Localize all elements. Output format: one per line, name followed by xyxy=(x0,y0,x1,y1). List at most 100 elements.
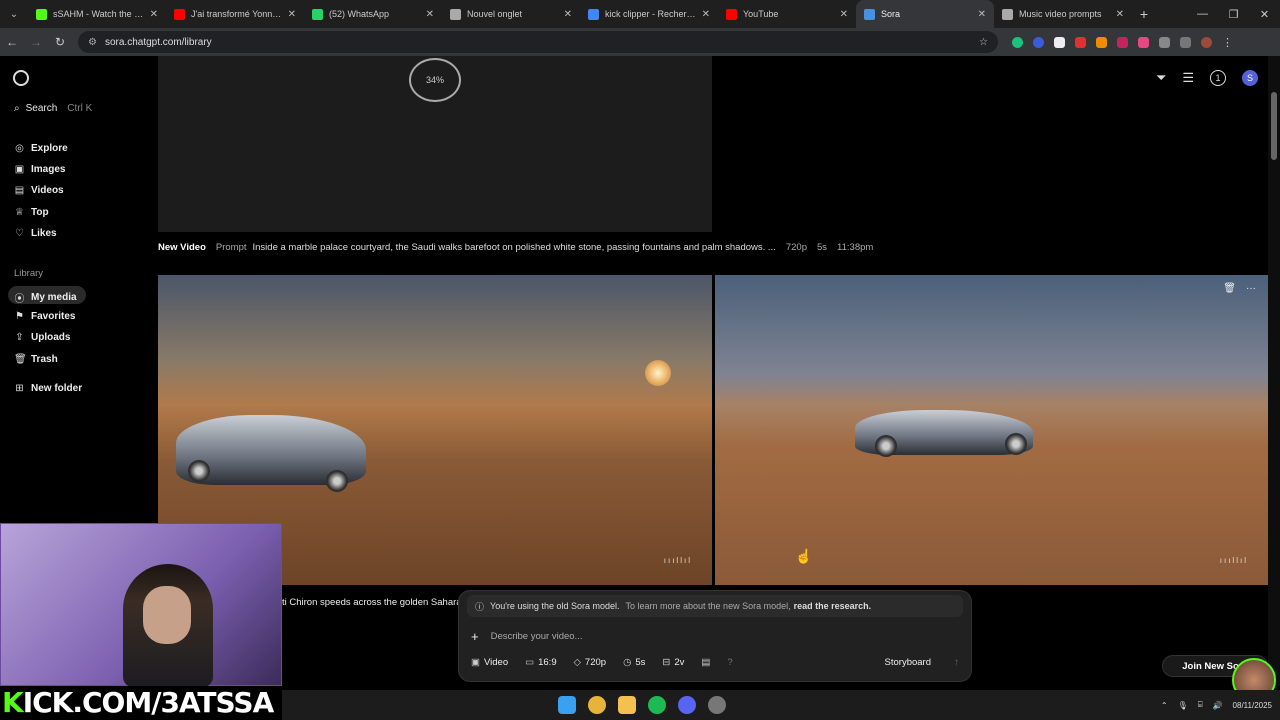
tab-title: Sora xyxy=(881,9,901,19)
close-tab-icon[interactable]: ✕ xyxy=(426,9,434,20)
search-icon: ⌕ xyxy=(14,103,20,114)
browser-tab[interactable]: (52) WhatsApp ✕ xyxy=(304,0,442,28)
aspect-ratio-selector[interactable]: ▭ 16:9 xyxy=(525,657,556,668)
network-icon[interactable]: ⌸ xyxy=(1198,700,1203,710)
forward-icon[interactable]: → xyxy=(24,35,48,49)
close-tab-icon[interactable]: ✕ xyxy=(288,9,296,20)
browser-tab[interactable]: Nouvel onglet ✕ xyxy=(442,0,580,28)
sidebar-item-uploads[interactable]: ⇪ Uploads xyxy=(14,332,70,343)
video-caption[interactable]: ti Chiron speeds across the golden Sahar… xyxy=(282,597,462,608)
extension-icon[interactable] xyxy=(1096,36,1107,48)
sidebar-item-my-media[interactable]: ⦿ My media xyxy=(14,290,77,305)
volume-icon[interactable]: 🔊 xyxy=(1213,701,1223,710)
tab-search-button[interactable]: ⌄ xyxy=(0,0,28,28)
trash-icon[interactable]: 🗑 xyxy=(1223,283,1236,294)
type-selector[interactable]: ▣ Video xyxy=(471,657,508,668)
read-research-link[interactable]: read the research. xyxy=(794,601,872,611)
windows-start-icon[interactable] xyxy=(558,696,576,714)
url-input[interactable]: ⚙ sora.chatgpt.com/library ☆ xyxy=(78,31,998,53)
media-icon: ⦿ xyxy=(14,294,25,305)
site-info-icon[interactable]: ⚙ xyxy=(88,37,97,48)
close-tab-icon[interactable]: ✕ xyxy=(702,9,710,20)
file-explorer-icon[interactable] xyxy=(618,696,636,714)
extension-icon[interactable] xyxy=(1054,36,1065,48)
close-tab-icon[interactable]: ✕ xyxy=(150,9,158,20)
reading-list-icon[interactable] xyxy=(1180,36,1191,48)
reload-icon[interactable]: ↻ xyxy=(48,35,72,49)
close-tab-icon[interactable]: ✕ xyxy=(978,9,986,20)
variations-selector[interactable]: ⊟ 2v xyxy=(662,657,684,668)
tray-chevron-icon[interactable]: ⌃ xyxy=(1161,701,1168,710)
back-icon[interactable]: ← xyxy=(0,35,24,49)
tab-title: YouTube xyxy=(743,9,779,19)
presets-icon[interactable]: ▤ xyxy=(701,657,710,668)
extensions-bar: ⋮ xyxy=(1012,36,1233,49)
avatar[interactable]: S xyxy=(1242,70,1258,86)
close-tab-icon[interactable]: ✕ xyxy=(564,9,572,20)
close-window-icon[interactable]: ✕ xyxy=(1249,0,1280,28)
duration-selector[interactable]: ◷ 5s xyxy=(623,657,645,668)
resolution-label: 720p xyxy=(785,242,807,253)
more-options-icon[interactable]: ··· xyxy=(1246,283,1256,294)
pending-video-card[interactable]: 34% xyxy=(158,56,712,232)
prompt-text[interactable]: Inside a marble palace courtyard, the Sa… xyxy=(253,242,776,253)
submit-arrow-icon[interactable]: ↑ xyxy=(954,657,959,668)
extension-icon[interactable] xyxy=(1138,36,1149,48)
scrollbar-thumb[interactable] xyxy=(1271,92,1277,160)
browser-menu-icon[interactable]: ⋮ xyxy=(1222,36,1233,49)
tab-favicon-icon xyxy=(312,8,323,20)
browser-tab[interactable]: sSAHM - Watch the VOD ✕ xyxy=(28,0,166,28)
minimize-icon[interactable]: — xyxy=(1187,0,1218,28)
sidebar-item-videos[interactable]: ▤ Videos xyxy=(14,185,64,196)
discord-icon[interactable] xyxy=(678,696,696,714)
add-attachment-icon[interactable]: + xyxy=(471,629,479,644)
new-tab-button[interactable]: + xyxy=(1132,6,1156,22)
maximize-icon[interactable]: ❐ xyxy=(1218,0,1249,28)
spotify-icon[interactable] xyxy=(648,696,666,714)
top-right-toolbar: ⏷ ☰ 1 S xyxy=(1156,70,1258,86)
system-tray: ⌃ 🎙 ⌸ 🔊 08/11/2025 xyxy=(1161,700,1272,710)
trash-icon: 🗑 xyxy=(14,354,27,365)
sidebar-item-favorites[interactable]: ⚑ Favorites xyxy=(14,311,75,322)
sidebar-item-trash[interactable]: 🗑 Trash xyxy=(14,354,58,365)
sidebar-item-likes[interactable]: ♡ Likes xyxy=(14,228,57,239)
generation-options: ▣ Video ▭ 16:9 ◇ 720p ◷ 5s ⊟ 2v ▤ ? xyxy=(471,657,733,668)
browser-tab[interactable]: YouTube ✕ xyxy=(718,0,856,28)
new-folder-button[interactable]: ⊞ New folder xyxy=(14,383,82,394)
prompt-input[interactable]: Describe your video... xyxy=(491,631,583,642)
upload-icon: ⇪ xyxy=(15,332,24,343)
search-button[interactable]: ⌕ Search Ctrl K xyxy=(14,103,92,114)
tray-date[interactable]: 08/11/2025 xyxy=(1233,701,1272,710)
close-tab-icon[interactable]: ✕ xyxy=(840,9,848,20)
filter-icon[interactable]: ⏷ xyxy=(1156,70,1166,86)
sora-logo-icon[interactable] xyxy=(13,70,29,86)
browser-tab[interactable]: kick clipper - Recherche G ✕ xyxy=(580,0,718,28)
help-button[interactable]: ? xyxy=(727,657,732,668)
sidebar-item-images[interactable]: ▣ Images xyxy=(14,164,66,175)
microphone-icon[interactable]: 🎙 xyxy=(1178,701,1188,710)
resolution-selector[interactable]: ◇ 720p xyxy=(574,657,606,668)
tab-favicon-icon xyxy=(864,8,875,20)
browser-tab[interactable]: J'ai transformé Yonna en ✕ xyxy=(166,0,304,28)
aspect-ratio-icon: ▭ xyxy=(525,657,535,668)
sidebar-item-explore[interactable]: ◎ Explore xyxy=(14,143,68,154)
extension-icon[interactable] xyxy=(1075,36,1086,48)
extension-icon[interactable] xyxy=(1033,36,1044,48)
extension-icon[interactable] xyxy=(1117,36,1128,48)
browser-tab[interactable]: Music video prompts ✕ xyxy=(994,0,1132,28)
grid-view-icon[interactable]: ☰ xyxy=(1182,70,1194,86)
chrome-icon[interactable] xyxy=(588,696,606,714)
notifications-badge[interactable]: 1 xyxy=(1210,70,1226,86)
app-icon[interactable] xyxy=(708,696,726,714)
bookmark-star-icon[interactable]: ☆ xyxy=(979,37,988,48)
tab-title: Music video prompts xyxy=(1019,9,1102,19)
profile-icon[interactable] xyxy=(1201,36,1212,48)
browser-tab[interactable]: Sora ✕ xyxy=(856,0,994,28)
webcam-overlay xyxy=(0,523,282,687)
extension-icon[interactable] xyxy=(1012,36,1023,48)
close-tab-icon[interactable]: ✕ xyxy=(1116,9,1124,20)
sidebar-item-top[interactable]: ♕ Top xyxy=(14,207,49,218)
extensions-puzzle-icon[interactable] xyxy=(1159,36,1170,48)
storyboard-button[interactable]: Storyboard xyxy=(885,657,931,668)
video-thumbnail[interactable]: 🗑 ··· ıııllıl xyxy=(715,275,1268,585)
